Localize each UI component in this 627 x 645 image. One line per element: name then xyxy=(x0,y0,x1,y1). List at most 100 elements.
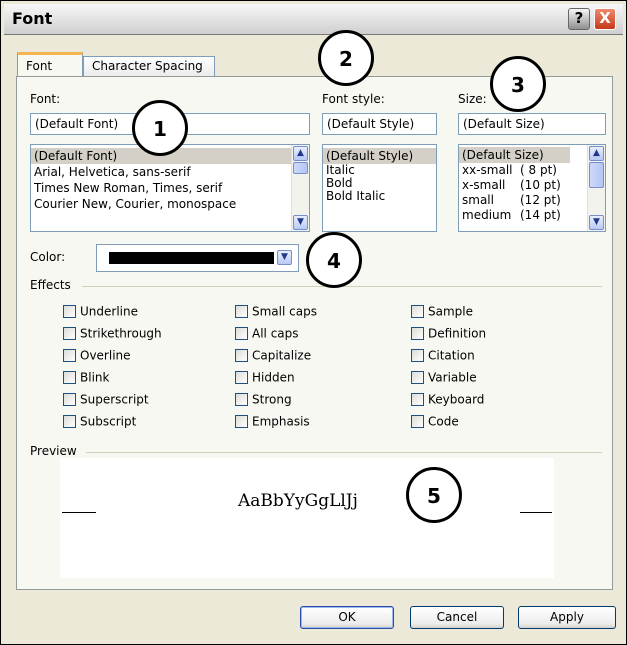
font-option[interactable]: Times New Roman, Times, serif xyxy=(31,180,309,196)
checkbox-box[interactable] xyxy=(235,349,248,362)
font-option[interactable]: Courier New, Courier, monospace xyxy=(31,196,309,212)
checkbox-label: Sample xyxy=(428,304,473,319)
checkbox-sample[interactable]: Sample xyxy=(411,304,486,326)
scroll-up-icon[interactable]: ▲ xyxy=(589,146,604,161)
checkbox-label: Definition xyxy=(428,326,487,341)
checkbox-underline[interactable]: Underline xyxy=(63,304,162,326)
checkbox-label: Subscript xyxy=(80,414,137,429)
tab-character-spacing[interactable]: Character Spacing xyxy=(83,56,215,76)
size-option-pt: (14 pt) xyxy=(520,208,561,222)
scroll-down-icon[interactable]: ▼ xyxy=(293,215,308,230)
preview-divider xyxy=(86,452,602,453)
checkbox-box[interactable] xyxy=(235,415,248,428)
checkbox-box[interactable] xyxy=(63,371,76,384)
checkbox-overline[interactable]: Overline xyxy=(63,348,162,370)
scroll-thumb[interactable] xyxy=(293,162,308,174)
checkbox-subscript[interactable]: Subscript xyxy=(63,414,162,436)
checkbox-label: Capitalize xyxy=(252,348,312,363)
checkbox-superscript[interactable]: Superscript xyxy=(63,392,162,414)
checkbox-label: Small caps xyxy=(252,304,317,319)
checkbox-label: Strong xyxy=(252,392,292,407)
checkbox-box[interactable] xyxy=(411,327,424,340)
ok-button[interactable]: OK xyxy=(300,606,394,629)
checkbox-definition[interactable]: Definition xyxy=(411,326,486,348)
help-button[interactable]: ? xyxy=(568,8,590,30)
checkbox-emphasis[interactable]: Emphasis xyxy=(235,414,317,436)
checkbox-box[interactable] xyxy=(235,327,248,340)
size-option[interactable]: (Default Size) xyxy=(459,147,570,163)
font-label: Font: xyxy=(30,92,61,106)
checkbox-label: Code xyxy=(428,414,459,429)
apply-button[interactable]: Apply xyxy=(518,606,616,629)
scroll-down-icon[interactable]: ▼ xyxy=(589,215,604,230)
font-style-option[interactable]: (Default Style) xyxy=(323,148,436,164)
font-style-input[interactable]: (Default Style) xyxy=(322,113,437,135)
checkbox-box[interactable] xyxy=(63,393,76,406)
size-option[interactable]: xx-small ( 8 pt) xyxy=(459,163,605,178)
font-scrollbar[interactable]: ▲ ▼ xyxy=(291,145,309,231)
checkbox-all-caps[interactable]: All caps xyxy=(235,326,317,348)
font-style-option[interactable]: Bold Italic xyxy=(323,190,436,203)
checkbox-box[interactable] xyxy=(235,393,248,406)
tab-font[interactable]: Font xyxy=(17,52,83,76)
size-option-pt: ( 8 pt) xyxy=(520,163,557,177)
checkbox-strong[interactable]: Strong xyxy=(235,392,317,414)
size-option[interactable]: medium (14 pt) xyxy=(459,208,605,223)
checkbox-code[interactable]: Code xyxy=(411,414,486,436)
preview-sample-text: AaBbYyGgLlJj xyxy=(238,491,358,511)
preview-area xyxy=(60,458,554,578)
checkbox-citation[interactable]: Citation xyxy=(411,348,486,370)
size-option[interactable]: x-small (10 pt) xyxy=(459,178,605,193)
size-option-name: (Default Size) xyxy=(462,148,544,162)
size-option[interactable]: small (12 pt) xyxy=(459,193,605,208)
size-option-name: medium xyxy=(462,208,512,222)
color-label: Color: xyxy=(30,250,66,264)
checkbox-box[interactable] xyxy=(63,349,76,362)
callout-3: 3 xyxy=(490,56,546,112)
checkbox-box[interactable] xyxy=(411,371,424,384)
size-option-name: small xyxy=(462,193,494,207)
checkbox-label: Variable xyxy=(428,370,477,385)
preview-line-right xyxy=(520,512,552,513)
callout-5: 5 xyxy=(406,467,462,523)
callout-4: 4 xyxy=(306,232,362,288)
size-option-name: x-small xyxy=(462,178,506,192)
checkbox-box[interactable] xyxy=(411,349,424,362)
checkbox-capitalize[interactable]: Capitalize xyxy=(235,348,317,370)
scroll-up-icon[interactable]: ▲ xyxy=(293,146,308,161)
checkbox-label: Citation xyxy=(428,348,475,363)
checkbox-label: Emphasis xyxy=(252,414,310,429)
checkbox-box[interactable] xyxy=(63,415,76,428)
checkbox-box[interactable] xyxy=(411,393,424,406)
close-button[interactable]: X xyxy=(594,8,616,30)
size-listbox[interactable]: (Default Size) xx-small ( 8 pt) x-small (1… xyxy=(458,144,606,232)
effects-column: Small caps All caps Capitalize Hidden St… xyxy=(235,304,317,436)
checkbox-strikethrough[interactable]: Strikethrough xyxy=(63,326,162,348)
font-option[interactable]: Arial, Helvetica, sans-serif xyxy=(31,164,309,180)
size-option-pt: (12 pt) xyxy=(520,193,561,207)
checkbox-variable[interactable]: Variable xyxy=(411,370,486,392)
checkbox-box[interactable] xyxy=(63,305,76,318)
preview-line-left xyxy=(62,512,96,513)
chevron-down-icon[interactable]: ▼ xyxy=(277,250,292,265)
checkbox-keyboard[interactable]: Keyboard xyxy=(411,392,486,414)
font-listbox[interactable]: (Default Font) Arial, Helvetica, sans-se… xyxy=(30,144,310,232)
checkbox-box[interactable] xyxy=(235,371,248,384)
color-select[interactable]: ▼ xyxy=(96,244,299,272)
scroll-thumb[interactable] xyxy=(589,162,604,188)
checkbox-box[interactable] xyxy=(411,415,424,428)
checkbox-box[interactable] xyxy=(63,327,76,340)
checkbox-small-caps[interactable]: Small caps xyxy=(235,304,317,326)
size-input[interactable]: (Default Size) xyxy=(458,113,606,135)
checkbox-box[interactable] xyxy=(235,305,248,318)
cancel-button[interactable]: Cancel xyxy=(410,606,504,629)
checkbox-hidden[interactable]: Hidden xyxy=(235,370,317,392)
checkbox-label: Strikethrough xyxy=(80,326,162,341)
font-style-listbox[interactable]: (Default Style) Italic Bold Bold Italic xyxy=(322,144,437,232)
checkbox-label: All caps xyxy=(252,326,299,341)
checkbox-blink[interactable]: Blink xyxy=(63,370,162,392)
checkbox-box[interactable] xyxy=(411,305,424,318)
size-scrollbar[interactable]: ▲ ▼ xyxy=(587,145,605,231)
dialog-title: Font xyxy=(12,9,53,28)
size-option-pt: (10 pt) xyxy=(520,178,561,192)
